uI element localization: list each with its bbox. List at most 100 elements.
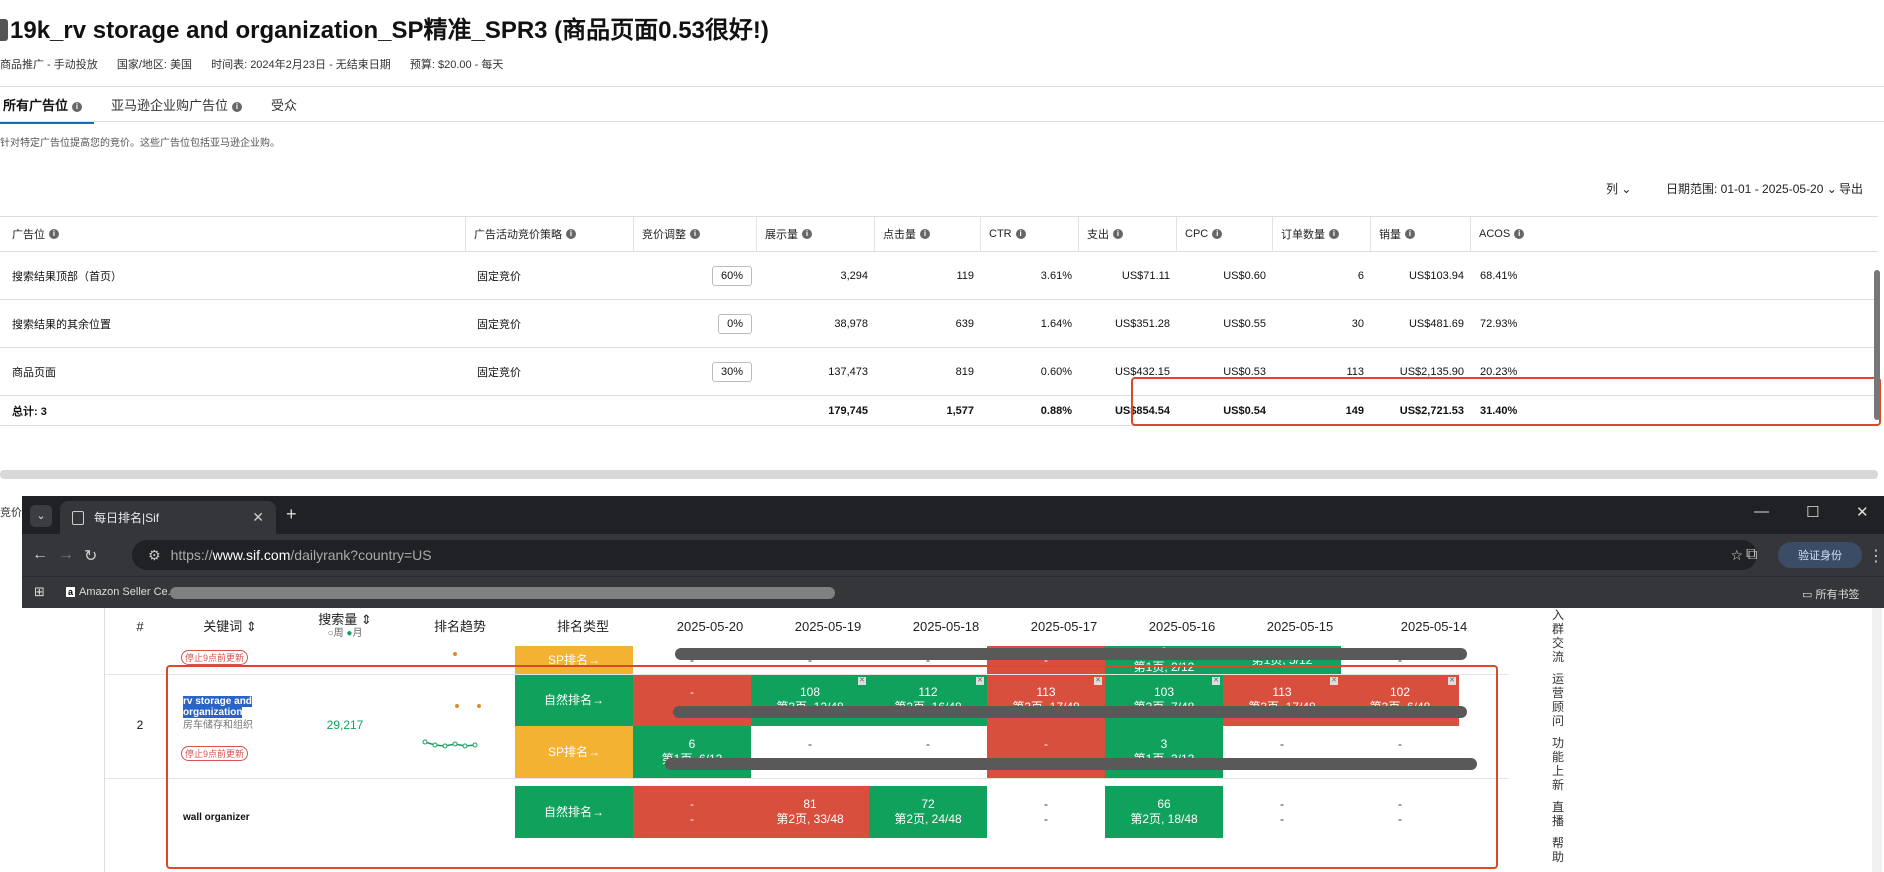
column-header[interactable]: 支出 i: [1078, 217, 1176, 251]
star-icon[interactable]: ☆: [1730, 547, 1743, 564]
table-cell[interactable]: 30%: [633, 348, 756, 395]
tab-search-button[interactable]: ⌄: [30, 505, 52, 527]
close-window-icon[interactable]: ✕: [1856, 503, 1869, 521]
table-cell[interactable]: 60%: [633, 252, 756, 299]
close-icon[interactable]: ✕: [252, 509, 264, 526]
all-bookmarks[interactable]: ▭ 所有书签: [1802, 586, 1859, 602]
bid-adjustment-input[interactable]: 0%: [718, 313, 752, 334]
column-header[interactable]: 2025-05-18: [887, 608, 1005, 646]
column-header[interactable]: 排名类型: [515, 608, 651, 646]
folder-icon: ▭: [1802, 589, 1816, 601]
column-header[interactable]: 搜索量 ⇕ ○周 ●月: [285, 608, 405, 646]
bid-adjustment-input[interactable]: 60%: [711, 265, 752, 286]
column-header[interactable]: ACOS i: [1470, 217, 1878, 251]
table-cell: 30: [1351, 317, 1364, 330]
column-header[interactable]: 排名趋势: [405, 608, 515, 646]
columns-button[interactable]: 列 ⌄: [1606, 180, 1631, 197]
bid-adjustment-input[interactable]: 30%: [711, 361, 752, 382]
column-header[interactable]: 竞价调整 i: [633, 217, 756, 251]
info-icon: i: [232, 102, 243, 112]
apps-icon[interactable]: ⊞: [34, 584, 45, 600]
info-icon: i: [49, 229, 59, 239]
column-header[interactable]: CTR i: [980, 217, 1078, 251]
verify-identity-button[interactable]: 验证身份: [1778, 542, 1862, 568]
table-cell: 6: [1357, 269, 1364, 282]
export-button[interactable]: 导出: [1839, 180, 1863, 197]
page-icon: [72, 510, 84, 525]
column-header[interactable]: 订单数量 i: [1272, 217, 1370, 251]
volume-toggle[interactable]: ○周 ●月: [328, 627, 363, 641]
table-cell: US$351.28: [1114, 317, 1170, 330]
column-header[interactable]: 2025-05-14: [1359, 608, 1509, 646]
column-header[interactable]: #: [105, 608, 175, 646]
table-cell: 3,294: [840, 269, 868, 282]
table-cell: 固定竞价: [477, 318, 521, 331]
tab-all-placements[interactable]: 所有广告位 i: [0, 94, 95, 124]
table-cell: US$481.69: [1408, 317, 1464, 330]
site-settings-icon[interactable]: ⚙: [148, 547, 161, 564]
table-cell[interactable]: 0%: [633, 300, 756, 347]
redacted-bar: [675, 648, 1467, 660]
minimize-icon[interactable]: —: [1754, 503, 1769, 520]
new-tab-button[interactable]: +: [286, 504, 297, 525]
bookmark-amazon[interactable]: a Amazon Seller Ce...: [66, 586, 177, 598]
reload-icon[interactable]: ↻: [84, 546, 97, 566]
info-icon: i: [920, 229, 930, 239]
table-cell: [465, 396, 633, 425]
table-cell: 总计: 3: [12, 405, 47, 418]
column-header[interactable]: CPC i: [1176, 217, 1272, 251]
tab-title: 每日排名|Sif: [94, 511, 160, 525]
side-link[interactable]: 入 群 交 流: [1546, 608, 1570, 664]
tab-description: 针对特定广告位提高您的竞价。这些广告位包括亚马逊企业购。: [0, 138, 280, 149]
column-header[interactable]: 广告位 i: [0, 217, 465, 251]
address-bar[interactable]: ⚙ https://www.sif.com/dailyrank?country=…: [132, 540, 1757, 570]
table-cell: 179,745: [828, 404, 868, 417]
column-header[interactable]: 2025-05-20: [651, 608, 769, 646]
horizontal-scrollbar[interactable]: [0, 470, 1878, 479]
maximize-icon[interactable]: ☐: [1806, 503, 1819, 521]
side-link[interactable]: 运 营 顾 问: [1546, 672, 1570, 728]
meta-schedule: 时间表: 2024年2月23日 - 无结束日期: [211, 59, 391, 71]
table-cell: 119: [956, 269, 974, 282]
back-icon[interactable]: ←: [32, 546, 48, 564]
column-header[interactable]: 2025-05-15: [1241, 608, 1359, 646]
table-cell: 搜索结果顶部（首页）: [12, 270, 122, 283]
side-link[interactable]: 帮 助: [1546, 836, 1570, 864]
table-cell: US$0.60: [1223, 269, 1266, 282]
extensions-icon[interactable]: ⧉: [1746, 546, 1757, 564]
forward-icon[interactable]: →: [58, 546, 74, 564]
tab-audience[interactable]: 受众: [268, 94, 309, 124]
badge: 停止9点前更新: [181, 650, 249, 665]
table-cell: 固定竞价: [477, 270, 521, 283]
column-header[interactable]: 点击量 i: [874, 217, 980, 251]
column-header[interactable]: 2025-05-16: [1123, 608, 1241, 646]
meta-budget: 预算: $20.00 - 每天: [409, 59, 504, 71]
tab-bar: ⌄ 每日排名|Sif ✕ + — ☐ ✕: [22, 496, 1884, 534]
vertical-scrollbar[interactable]: [1874, 270, 1880, 420]
date-range-button[interactable]: 日期范围: 01-01 - 2025-05-20 ⌄: [1666, 180, 1837, 197]
tab-business-placements[interactable]: 亚马逊企业购广告位 i: [108, 94, 254, 124]
chevron-down-icon: ⌄: [1621, 182, 1632, 196]
column-header[interactable]: 展示量 i: [756, 217, 874, 251]
meta-type: 商品推广 - 手动投放: [0, 59, 98, 71]
campaign-meta: 商品推广 - 手动投放 国家/地区: 美国 时间表: 2024年2月23日 - …: [0, 56, 519, 72]
column-header[interactable]: 销量 i: [1370, 217, 1470, 251]
column-header[interactable]: 广告活动竞价策略 i: [465, 217, 633, 251]
highlight-box: [166, 665, 1498, 869]
stop-update-badge: 停止9点前更新: [181, 648, 249, 666]
column-header[interactable]: 2025-05-19: [769, 608, 887, 646]
page-scrollbar[interactable]: [1872, 608, 1882, 872]
info-icon: i: [72, 102, 83, 112]
browser-tab[interactable]: 每日排名|Sif ✕: [60, 501, 276, 534]
divider: [0, 121, 1884, 122]
side-link[interactable]: 直 播: [1546, 800, 1570, 828]
right-links: 入 群 交 流运 营 顾 问功 能 上 新直 播帮 助: [1546, 608, 1570, 872]
table-cell: 固定竞价: [477, 366, 521, 379]
column-header[interactable]: 2025-05-17: [1005, 608, 1123, 646]
column-header[interactable]: 关键词 ⇕: [175, 608, 285, 646]
menu-icon[interactable]: ⋮: [1868, 546, 1884, 566]
table-header: 广告位 i 广告活动竞价策略 i 竞价调整 i 展示量 i 点击量 i CTR i 支出 i CPC i 订单数…: [0, 216, 1878, 252]
side-link[interactable]: 功 能 上 新: [1546, 736, 1570, 792]
toolbar: ← → ↻ ⚙ https://www.sif.com/dailyrank?co…: [22, 534, 1884, 576]
table-cell[interactable]: [633, 396, 756, 425]
